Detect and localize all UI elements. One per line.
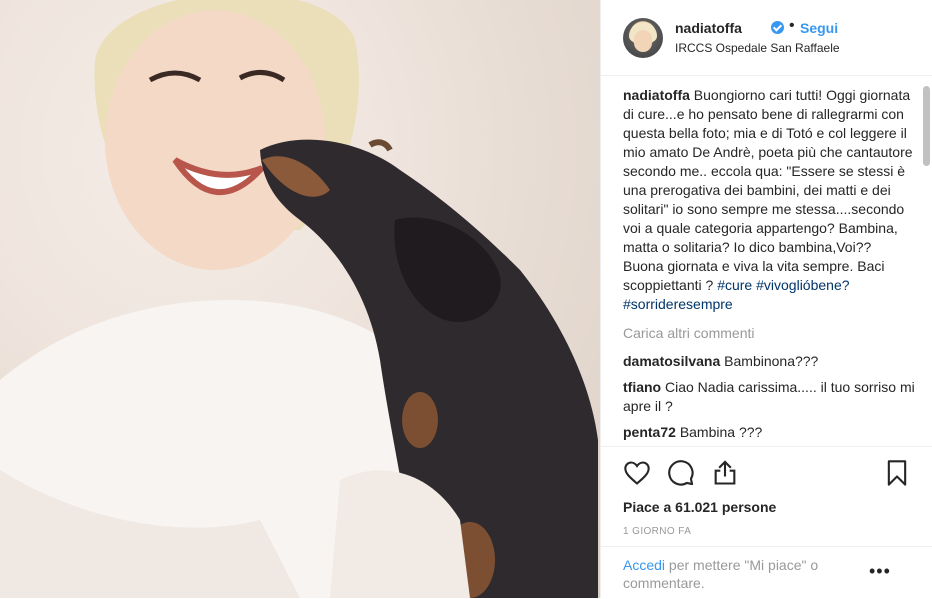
comments-list[interactable]: nadiatoffa Buongiorno cari tutti! Oggi g…: [623, 86, 915, 444]
location-link[interactable]: IRCCS Ospedale San Raffaele: [675, 41, 840, 55]
post-side-panel: nadiatoffa • Segui IRCCS Ospedale San Ra…: [600, 0, 932, 598]
caption: nadiatoffa Buongiorno cari tutti! Oggi g…: [623, 86, 915, 314]
caption-text: Buongiorno cari tutti! Oggi giornata di …: [623, 87, 913, 293]
comment-text: Ciao Nadia carissima..... il tuo sorriso…: [623, 379, 915, 414]
avatar[interactable]: [623, 18, 663, 58]
comment-username[interactable]: damatosilvana: [623, 353, 720, 369]
hashtag-link[interactable]: #cure: [717, 277, 752, 293]
login-prompt-footer: Accedi per mettere "Mi piace" o commenta…: [601, 546, 932, 599]
load-more-comments-button[interactable]: Carica altri commenti: [623, 324, 915, 343]
separator-dot: •: [789, 17, 795, 34]
more-options-icon[interactable]: •••: [869, 561, 891, 582]
post-header: nadiatoffa • Segui IRCCS Ospedale San Ra…: [601, 0, 932, 76]
hashtag-link[interactable]: #sorrideresempre: [623, 296, 733, 312]
login-prompt: Accedi per mettere "Mi piace" o commenta…: [623, 556, 853, 592]
photo-illustration: [0, 0, 598, 598]
follow-button[interactable]: Segui: [800, 20, 838, 36]
instagram-post: nadiatoffa • Segui IRCCS Ospedale San Ra…: [0, 0, 932, 598]
verified-badge-icon: [771, 21, 784, 34]
comment-username[interactable]: tfiano: [623, 379, 661, 395]
caption-username[interactable]: nadiatoffa: [623, 87, 690, 103]
comment-text: Bambina ???: [679, 424, 763, 440]
comment-item: tfiano Ciao Nadia carissima..... il tuo …: [623, 378, 915, 416]
comment-text: Bambinona???: [724, 353, 819, 369]
login-link[interactable]: Accedi: [623, 557, 665, 573]
comment-item: damatosilvana Bambinona???: [623, 352, 915, 371]
post-photo[interactable]: [0, 0, 600, 598]
likes-count[interactable]: Piace a 61.021 persone: [623, 499, 776, 515]
comment-icon[interactable]: [667, 459, 695, 487]
share-icon[interactable]: [711, 459, 739, 487]
comment-username[interactable]: penta72: [623, 424, 676, 440]
heart-icon[interactable]: [623, 459, 651, 487]
post-timestamp[interactable]: 1 GIORNO FA: [623, 526, 691, 537]
bookmark-icon[interactable]: [883, 459, 911, 487]
action-bar: Piace a 61.021 persone 1 GIORNO FA: [601, 446, 932, 547]
hashtag-link[interactable]: #vivoglióbene?: [756, 277, 849, 293]
author-username[interactable]: nadiatoffa: [675, 20, 742, 36]
scrollbar-thumb[interactable]: [923, 86, 930, 166]
comment-item: penta72 Bambina ???: [623, 423, 915, 442]
comments-scrollbar[interactable]: [923, 86, 930, 442]
